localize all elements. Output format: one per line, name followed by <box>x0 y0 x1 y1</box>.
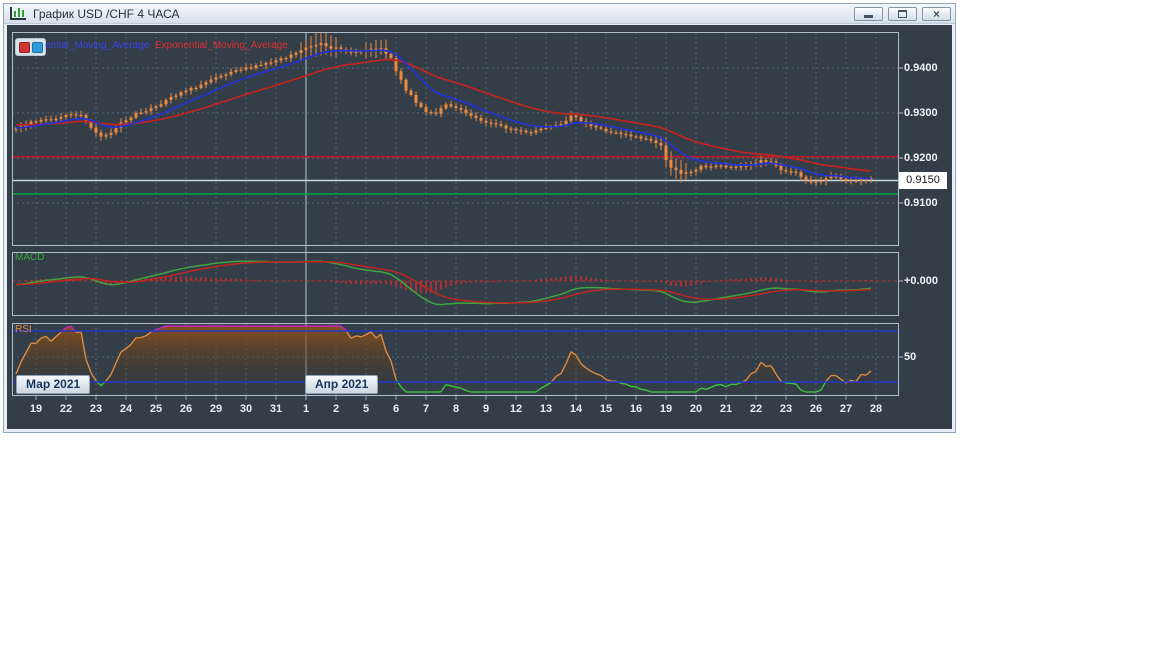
time-axis-label: 25 <box>149 403 163 415</box>
blue-marker-button[interactable] <box>32 42 43 53</box>
time-axis-label: 16 <box>629 403 643 415</box>
time-axis-label: 29 <box>209 403 223 415</box>
time-axis-label: 19 <box>659 403 673 415</box>
chart-client-area[interactable] <box>7 25 952 429</box>
time-axis-label: 14 <box>569 403 583 415</box>
time-axis-label: 24 <box>119 403 133 415</box>
close-button[interactable]: × <box>922 6 951 21</box>
macd-zero-label: +0.000 <box>904 275 938 287</box>
time-axis-label: 2 <box>332 403 340 415</box>
time-axis-label: 31 <box>269 403 283 415</box>
maximize-button[interactable] <box>888 6 917 21</box>
desktop: График USD /CHF 4 ЧАСА × ential_Moving_A… <box>0 0 1152 648</box>
minimize-button[interactable] <box>854 6 883 21</box>
time-axis-label: 22 <box>59 403 73 415</box>
time-axis-label: 26 <box>809 403 823 415</box>
macd-panel-label: MACD <box>15 252 45 263</box>
time-axis-label: 23 <box>89 403 103 415</box>
ema-fast-legend-label: ential_Moving_Average <box>45 40 150 51</box>
time-axis-label: 15 <box>599 403 613 415</box>
time-axis-label: 12 <box>509 403 523 415</box>
rsi-mid-label: 50 <box>904 351 917 363</box>
time-axis-label: 1 <box>302 403 310 415</box>
time-axis-label: 26 <box>179 403 193 415</box>
time-axis-label: 30 <box>239 403 253 415</box>
price-axis-label: 0.9400 <box>904 62 938 74</box>
window-titlebar[interactable]: График USD /CHF 4 ЧАСА × <box>4 4 955 24</box>
red-marker-button[interactable] <box>19 42 30 53</box>
minimize-icon <box>864 14 873 18</box>
window-title: График USD /CHF 4 ЧАСА <box>33 6 180 21</box>
close-icon: × <box>932 6 940 21</box>
rsi-panel-label: RSI <box>15 324 32 335</box>
month-label: Апр 2021 <box>305 375 379 394</box>
time-axis-label: 9 <box>482 403 490 415</box>
price-axis-label: 0.9100 <box>904 197 938 209</box>
time-axis-label: 20 <box>689 403 703 415</box>
price-axis-label: 0.9200 <box>904 152 938 164</box>
time-axis-label: 21 <box>719 403 733 415</box>
month-label: Мар 2021 <box>16 375 91 394</box>
price-axis-label: 0.9300 <box>904 107 938 119</box>
time-axis-label: 5 <box>362 403 370 415</box>
ema-slow-legend-label: Exponential_Moving_Average <box>155 40 288 51</box>
time-axis-label: 19 <box>29 403 43 415</box>
time-axis-label: 22 <box>749 403 763 415</box>
window-controls: × <box>849 6 951 21</box>
time-axis-label: 28 <box>869 403 883 415</box>
time-axis-label: 13 <box>539 403 553 415</box>
maximize-icon <box>898 9 907 18</box>
current-price-badge: 0.9150 <box>899 172 947 189</box>
time-axis-label: 8 <box>452 403 460 415</box>
time-axis-label: 27 <box>839 403 853 415</box>
time-axis-label: 23 <box>779 403 793 415</box>
chart-window: График USD /CHF 4 ЧАСА × <box>3 3 956 433</box>
indicator-buttons-panel <box>15 38 46 56</box>
time-axis-label: 6 <box>392 403 400 415</box>
candlestick-chart-icon <box>10 7 26 20</box>
time-axis-label: 7 <box>422 403 430 415</box>
